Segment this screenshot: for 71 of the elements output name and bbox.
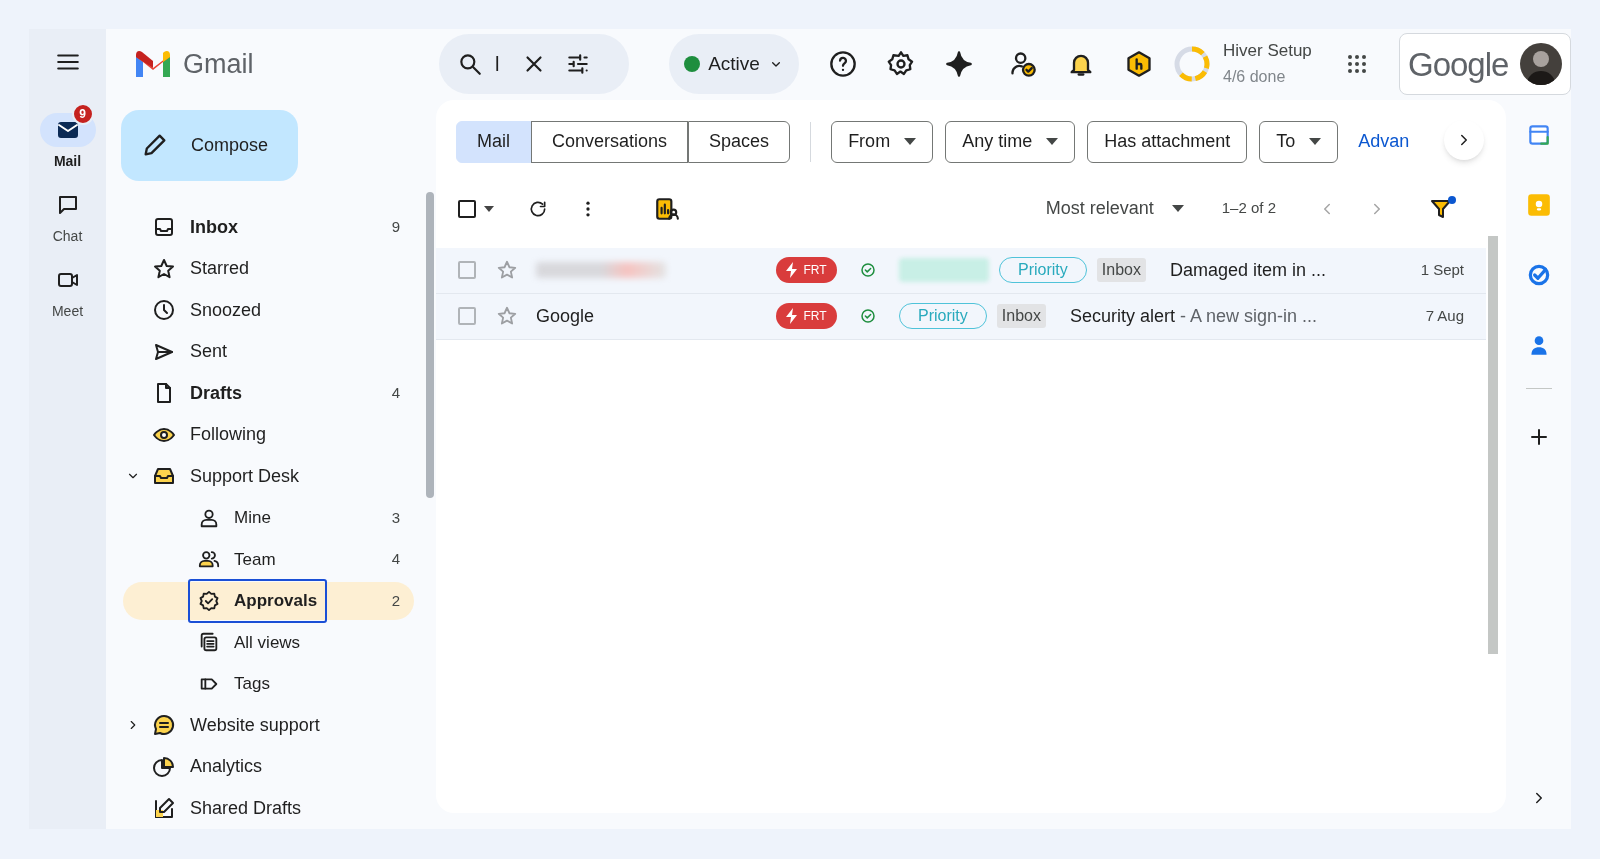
- email-row[interactable]: Google FRT Priority Inbox Security alert - A new sign-in ... 7 Aug: [436, 293, 1486, 340]
- search-type-tab[interactable]: Spaces: [688, 120, 791, 163]
- sort-dropdown[interactable]: Most relevant: [1045, 195, 1184, 222]
- badge-check-icon: [198, 589, 220, 612]
- edit-icon: [152, 796, 176, 821]
- pie-chart-icon: [152, 754, 176, 779]
- email-subject: Security alert - A new sign-in ...: [1069, 304, 1318, 328]
- item-count: 3: [391, 507, 400, 528]
- account-logo-text: Google: [1408, 44, 1509, 85]
- email-date: 7 Aug: [1425, 305, 1464, 326]
- report-icon[interactable]: [654, 195, 680, 222]
- caret-icon[interactable]: [484, 205, 494, 212]
- frt-tag: FRT: [776, 303, 837, 329]
- filter-chip[interactable]: Has attachment: [1087, 120, 1248, 163]
- status-button[interactable]: Active: [669, 34, 799, 95]
- rail-label: Meet: [51, 302, 84, 321]
- progress-ring-icon: [1173, 45, 1211, 84]
- caret-icon: [1309, 137, 1322, 146]
- rail-label: Mail: [53, 152, 82, 171]
- chat-bubble-icon: [152, 713, 176, 738]
- inbox-label: Inbox: [1096, 258, 1146, 282]
- email-date: 1 Sept: [1420, 259, 1464, 280]
- filter-chip[interactable]: From: [831, 120, 934, 163]
- sparkle-icon[interactable]: [945, 50, 973, 79]
- lightning-icon: [786, 308, 798, 324]
- sidebar-item[interactable]: Approvals: [188, 578, 328, 623]
- inbox-label: Inbox: [996, 304, 1046, 328]
- account-button[interactable]: Google: [1399, 33, 1571, 96]
- email-row[interactable]: FRT Priority Inbox Damaged item in ... 1 Sept: [436, 247, 1486, 294]
- sidebar-item[interactable]: Shared Drafts: [148, 786, 306, 831]
- search-field[interactable]: l: [439, 34, 629, 95]
- check-circle-icon: [859, 261, 877, 279]
- stacked-pages-icon: [198, 631, 220, 654]
- app-title: Gmail: [183, 48, 254, 81]
- clock-icon: [152, 298, 176, 323]
- search-text: l: [495, 52, 501, 78]
- item-count: 9: [391, 217, 400, 237]
- item-count: 4: [391, 549, 400, 569]
- compose-button[interactable]: Compose: [121, 109, 298, 181]
- email-subject: Damaged item in ...: [1169, 258, 1326, 282]
- row-checkbox[interactable]: [458, 261, 476, 279]
- setup-title: Hiver Setup: [1223, 40, 1312, 63]
- list-scrollbar[interactable]: [1488, 235, 1498, 654]
- check-circle-icon: [859, 307, 877, 325]
- caret-icon: [1171, 205, 1184, 212]
- star-icon: [152, 256, 176, 281]
- shield-logo-icon[interactable]: [1125, 50, 1153, 79]
- select-all-checkbox[interactable]: [458, 199, 476, 218]
- filter-chip[interactable]: Any time: [945, 120, 1076, 163]
- search-type-tab[interactable]: Conversations: [531, 120, 689, 163]
- lightning-icon: [786, 262, 798, 278]
- item-count: 2: [391, 590, 400, 611]
- unread-count-badge: 9: [71, 103, 94, 125]
- page-range: 1–2 of 2: [1221, 198, 1276, 219]
- rail-label: Chat: [52, 227, 83, 246]
- search-type-tab[interactable]: Mail: [456, 120, 531, 163]
- row-checkbox[interactable]: [458, 307, 476, 325]
- frt-tag: FRT: [776, 257, 837, 283]
- advanced-search-link[interactable]: Advan: [1358, 128, 1410, 155]
- search-icon: [457, 51, 483, 78]
- sender-name: Google: [536, 304, 595, 328]
- caret-icon: [904, 137, 917, 146]
- person-check-icon[interactable]: [1009, 50, 1037, 79]
- caret-icon: [1046, 137, 1059, 146]
- filter-chip[interactable]: To: [1259, 120, 1339, 163]
- sidebar-scrollbar[interactable]: [426, 191, 434, 498]
- item-count: 4: [391, 383, 400, 403]
- help-icon[interactable]: [829, 50, 857, 79]
- gmail-logo-icon: [133, 49, 173, 80]
- refresh-icon[interactable]: [528, 198, 548, 219]
- avatar-icon: [1520, 43, 1562, 86]
